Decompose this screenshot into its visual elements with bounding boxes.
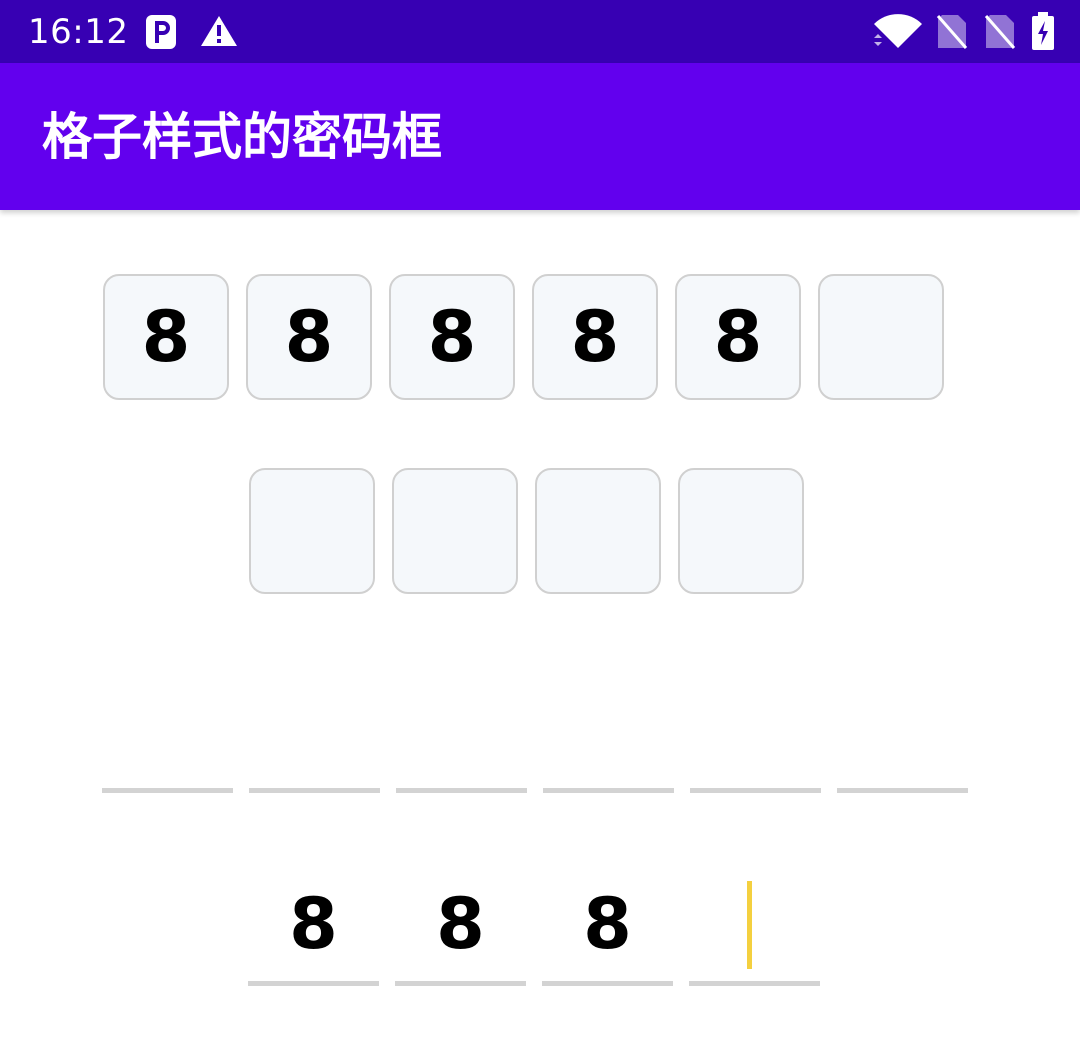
status-bar: 16:12 [0, 0, 1080, 63]
no-sim-icon [984, 15, 1016, 49]
box-code-cell[interactable] [249, 468, 375, 594]
box-code-cell[interactable]: 8 [246, 274, 372, 400]
box-code-cell[interactable] [818, 274, 944, 400]
line-code-cell[interactable] [102, 673, 233, 793]
wifi-icon [874, 14, 922, 49]
line-code-cell[interactable]: 8 [542, 866, 673, 986]
box-code-cell[interactable]: 8 [389, 274, 515, 400]
box-code-cell[interactable] [678, 468, 804, 594]
box-code-cell[interactable]: 8 [675, 274, 801, 400]
box-code-input-row-1[interactable]: 8 8 8 8 8 [103, 274, 944, 400]
warning-icon [201, 16, 237, 46]
text-cursor [747, 881, 752, 969]
box-code-cell[interactable] [535, 468, 661, 594]
line-code-cell[interactable]: 8 [395, 866, 526, 986]
line-code-cell[interactable] [543, 673, 674, 793]
line-code-cell[interactable]: 8 [248, 866, 379, 986]
status-time: 16:12 [28, 12, 129, 52]
box-code-input-row-2[interactable] [249, 468, 804, 594]
line-code-cell-active[interactable] [689, 866, 820, 986]
box-code-cell[interactable]: 8 [532, 274, 658, 400]
line-code-cell[interactable] [837, 673, 968, 793]
app-title: 格子样式的密码框 [42, 108, 442, 166]
line-code-cell[interactable] [690, 673, 821, 793]
line-code-cell[interactable] [396, 673, 527, 793]
parking-icon [146, 15, 176, 49]
line-code-cell[interactable] [249, 673, 380, 793]
line-code-input-row-2[interactable]: 8 8 8 [248, 866, 820, 986]
box-code-cell[interactable] [392, 468, 518, 594]
box-code-cell[interactable]: 8 [103, 274, 229, 400]
battery-charging-icon [1032, 12, 1054, 50]
app-bar: 格子样式的密码框 [0, 63, 1080, 210]
no-sim-icon [936, 15, 968, 49]
line-code-input-row-1[interactable] [102, 673, 968, 793]
